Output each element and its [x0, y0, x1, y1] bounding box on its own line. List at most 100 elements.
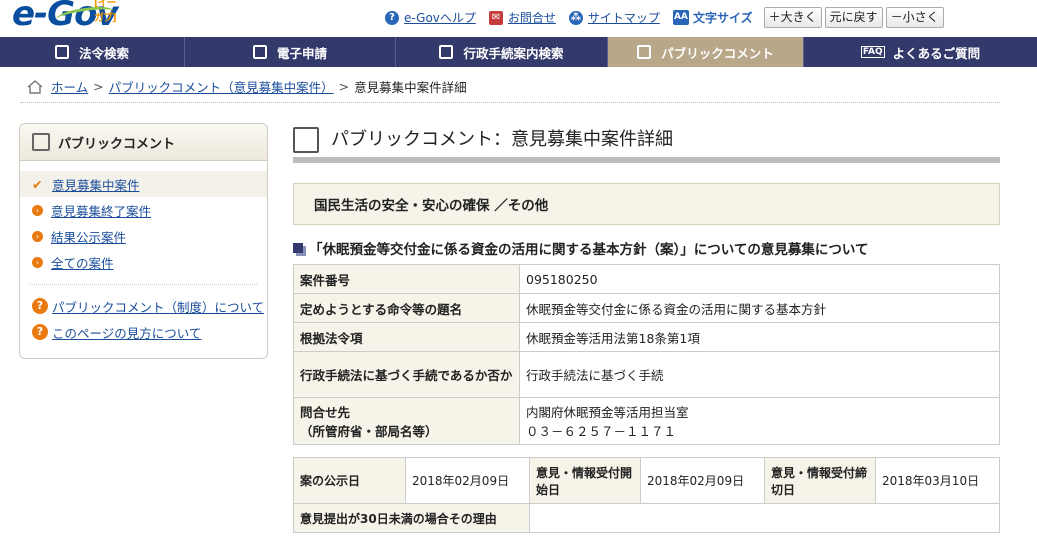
sidebar-item-label[interactable]: 結果公示案件 [51, 227, 126, 246]
row-label: 行政手続法に基づく手続であるか否か [293, 351, 520, 398]
category-text: 国民生活の安全・安心の確保 ／その他 [314, 198, 549, 214]
document-icon [439, 45, 454, 59]
font-size-text: 文字サイズ [692, 11, 753, 25]
sitemap-link[interactable]: サイトマップ [588, 9, 660, 26]
sidebar-item-label[interactable]: 意見募集終了案件 [51, 201, 151, 220]
font-smaller-button[interactable]: －小さく [885, 7, 944, 28]
nav-e-application[interactable]: 電子申請 [185, 37, 396, 67]
nav-faq[interactable]: FAQ よくあるご質問 [804, 37, 1037, 67]
breadcrumb-separator: > [93, 79, 104, 94]
book-icon [54, 45, 69, 59]
question-icon: ? [32, 324, 48, 340]
breadcrumb: ホーム > パブリックコメント（意見募集中案件） > 意見募集中案件詳細 [27, 77, 467, 96]
comment-icon [637, 45, 652, 59]
sidebar-item-closed[interactable]: › 意見募集終了案件 [20, 197, 267, 223]
nav-label: 電子申請 [276, 45, 327, 61]
sidebar-item-results[interactable]: › 結果公示案件 [20, 223, 267, 249]
faq-icon: FAQ [860, 46, 885, 58]
row-label: 根拠法令項 [293, 322, 520, 352]
title-underline [293, 157, 1000, 163]
contact-link-wrap: ✉ お問合せ [488, 9, 556, 26]
breadcrumb-current: 意見募集中案件詳細 [354, 80, 467, 95]
row-value: 行政手続法に基づく手続 [519, 351, 1000, 398]
table-row: 行政手続法に基づく手続であるか否か 行政手続法に基づく手続 [293, 351, 1000, 398]
dates-table: 案の公示日 2018年02月09日 意見・情報受付開始日 2018年02月09日… [293, 457, 1000, 533]
breadcrumb-home[interactable]: ホーム [51, 77, 88, 96]
breadcrumb-separator: > [338, 79, 350, 94]
chevron-right-icon: › [32, 230, 43, 242]
sidebar-divider [30, 284, 257, 285]
table-row: 定めようとする命令等の題名 休眠預金等交付金に係る資金の活用に関する基本方針 [293, 293, 1000, 323]
row-value: 休眠預金等活用法第18条第1項 [519, 322, 1000, 352]
sidebar-title: パブリックコメント [58, 136, 176, 152]
end-date-value: 2018年03月10日 [875, 457, 1000, 504]
check-icon: ✔ [32, 176, 43, 192]
row-value: 095180250 [519, 264, 1000, 294]
nav-label: よくあるご質問 [892, 45, 981, 61]
question-icon: ? [32, 298, 48, 314]
nav-procedure-search[interactable]: 行政手続案内検索 [396, 37, 608, 67]
sidebar-help-howto[interactable]: ? このページの見方について [20, 319, 267, 345]
sidebar-help-label[interactable]: パブリックコメント（制度）について [52, 297, 264, 316]
page-title-text: パブリックコメント：意見募集中案件詳細 [331, 129, 673, 150]
square-bullet-icon [293, 243, 303, 253]
sitemap-icon: ⁂ [568, 10, 583, 25]
table-row: 意見提出が30日未満の場合その理由 [293, 503, 1000, 533]
home-icon [27, 79, 43, 94]
logo-kana: [イーガブ] [94, 0, 117, 24]
row-label: 案件番号 [293, 264, 520, 294]
help-icon: ? [385, 10, 399, 25]
table-row: 案の公示日 2018年02月09日 意見・情報受付開始日 2018年02月09日… [293, 457, 1000, 504]
global-nav: 法令検索 電子申請 行政手続案内検索 パブリックコメント FAQ よくあるご質問 [0, 37, 1037, 67]
row-value: 休眠預金等交付金に係る資金の活用に関する基本方針 [519, 293, 1000, 323]
reason-label: 意見提出が30日未満の場合その理由 [293, 503, 530, 533]
mail-icon: ✉ [488, 10, 503, 25]
font-size-label: AA 文字サイズ [672, 9, 753, 26]
pen-icon [252, 45, 267, 59]
font-size-icon: AA [672, 10, 689, 25]
sidebar-item-label[interactable]: 意見募集中案件 [52, 175, 140, 194]
help-link-wrap: ? e-Govヘルプ [385, 9, 476, 26]
sitemap-link-wrap: ⁂ サイトマップ [568, 9, 660, 26]
reason-value [529, 503, 1000, 533]
comment-icon [32, 133, 50, 151]
breadcrumb-parent[interactable]: パブリックコメント（意見募集中案件） [109, 77, 334, 96]
contact-link[interactable]: お問合せ [508, 9, 556, 26]
start-date-label: 意見・情報受付開始日 [529, 457, 641, 504]
sidebar-item-all[interactable]: › 全ての案件 [20, 249, 267, 275]
row-label: 問合せ先 （所管府省・部局名等） [293, 397, 520, 445]
row-value: 内閣府休眠預金等活用担当室 ０３－６２５７－１１７１ [519, 397, 1000, 445]
announce-date-label: 案の公示日 [293, 457, 406, 504]
nav-label: 行政手続案内検索 [463, 45, 564, 61]
sidebar-help-label[interactable]: このページの見方について [52, 323, 201, 342]
announce-date-value: 2018年02月09日 [405, 457, 530, 504]
chevron-right-icon: › [32, 256, 43, 268]
font-reset-button[interactable]: 元に戻す [824, 7, 883, 28]
sidebar-header: パブリックコメント [20, 124, 267, 161]
case-heading: 「休眠預金等交付金に係る資金の活用に関する基本方針（案）」についての意見募集につ… [293, 238, 868, 258]
sidebar-item-open[interactable]: ✔ 意見募集中案件 [20, 171, 267, 197]
category-box: 国民生活の安全・安心の確保 ／その他 [293, 183, 1000, 225]
help-link[interactable]: e-Govヘルプ [404, 9, 476, 26]
sidebar-item-label[interactable]: 全ての案件 [51, 253, 114, 272]
egov-logo[interactable]: e-Gov [イーガブ] [12, 0, 119, 34]
breadcrumb-divider [20, 102, 1000, 103]
sidebar: パブリックコメント ✔ 意見募集中案件 › 意見募集終了案件 › 結果公示案件 … [19, 123, 268, 359]
table-row: 案件番号 095180250 [293, 264, 1000, 294]
nav-label: パブリックコメント [661, 45, 774, 61]
nav-public-comment[interactable]: パブリックコメント [608, 37, 804, 67]
start-date-value: 2018年02月09日 [640, 457, 765, 504]
case-info-table: 案件番号 095180250 定めようとする命令等の題名 休眠預金等交付金に係る… [293, 264, 1000, 445]
font-larger-button[interactable]: ＋大きく [763, 7, 822, 28]
end-date-label: 意見・情報受付締切日 [764, 457, 876, 504]
row-label: 定めようとする命令等の題名 [293, 293, 520, 323]
table-row: 問合せ先 （所管府省・部局名等） 内閣府休眠預金等活用担当室 ０３－６２５７－１… [293, 397, 1000, 445]
table-row: 根拠法令項 休眠預金等活用法第18条第1項 [293, 322, 1000, 352]
sidebar-help-system[interactable]: ? パブリックコメント（制度）について [20, 293, 267, 319]
header-links: ? e-Govヘルプ ✉ お問合せ ⁂ サイトマップ AA 文字サイズ ＋大きく… [385, 7, 944, 28]
nav-label: 法令検索 [78, 45, 129, 61]
comment-icon [293, 127, 319, 153]
case-heading-text: 「休眠預金等交付金に係る資金の活用に関する基本方針（案）」についての意見募集につ… [309, 242, 869, 258]
site-header: e-Gov [イーガブ] ? e-Govヘルプ ✉ お問合せ ⁂ サイトマップ … [0, 0, 1037, 37]
nav-law-search[interactable]: 法令検索 [0, 37, 185, 67]
